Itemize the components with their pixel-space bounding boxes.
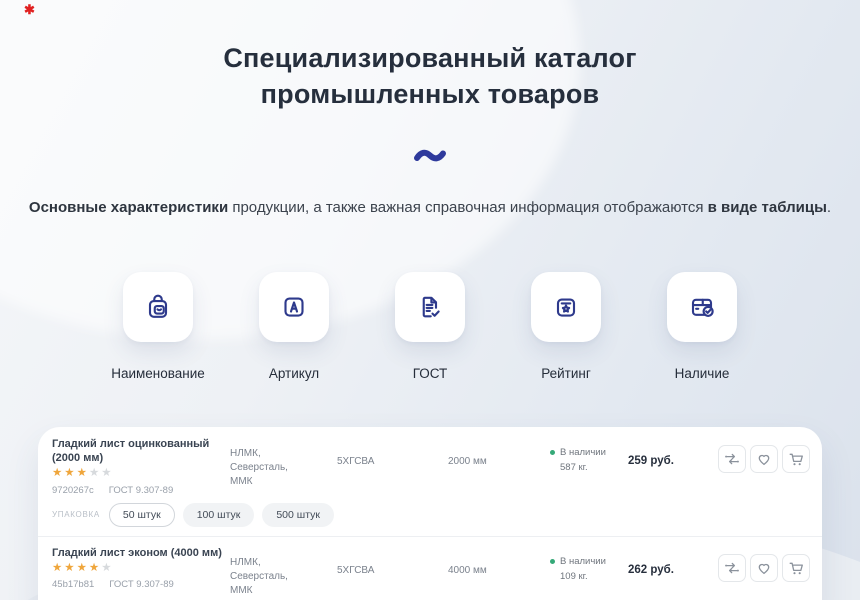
stars-empty: ★★ [89, 467, 114, 479]
product-sku: 9720267c [52, 485, 94, 496]
compare-icon [723, 450, 741, 468]
feature-label-rating: Рейтинг [541, 366, 591, 381]
wave-divider [0, 145, 860, 172]
stock-amount: 587 кг. [560, 461, 628, 474]
row-actions [718, 546, 810, 582]
subtitle-bold-lead: Основные характеристики [29, 199, 228, 216]
stock-amount: 109 кг. [560, 570, 628, 583]
feature-label-name: Наименование [111, 366, 205, 381]
heart-icon [755, 559, 773, 577]
size-cell: 4000 мм [448, 546, 550, 578]
steel-grade-cell: 5ХГСВА [337, 437, 448, 469]
page-title-line1: Специализированный каталог [0, 40, 860, 76]
favorite-button[interactable] [750, 554, 778, 582]
subtitle-period: . [827, 199, 831, 216]
availability-cell: В наличии 109 кг. [550, 546, 628, 584]
product-row: Гладкий лист оцинкованный (2000 мм) ★★★★… [52, 437, 806, 527]
in-stock-dot [550, 559, 555, 564]
feature-name: Наименование [96, 272, 220, 381]
stock-status: В наличии [560, 555, 606, 568]
page-title: Специализированный каталог промышленных … [0, 40, 860, 112]
compare-button[interactable] [718, 445, 746, 473]
suppliers-cell: НЛМК, Северсталь, ММК [230, 437, 337, 489]
product-row: Гладкий лист эконом (4000 мм) ★★★★★ 45b1… [52, 546, 806, 600]
stock-status: В наличии [560, 446, 606, 459]
cart-button[interactable] [782, 445, 810, 473]
stars-filled: ★★★★ [52, 562, 101, 574]
product-sku: 45b17b81 [52, 579, 94, 590]
rating-stars: ★★★★★ [52, 563, 230, 575]
feature-gost: ГОСТ [368, 272, 492, 381]
feature-article: Артикул [232, 272, 356, 381]
feature-availability: Наличие [640, 272, 764, 381]
product-gost: ГОСТ 9.307-89 [109, 579, 174, 590]
feature-label-availability: Наличие [675, 366, 730, 381]
compare-icon [723, 559, 741, 577]
feature-rating: Рейтинг [504, 272, 628, 381]
row-actions [718, 437, 810, 473]
product-table: Гладкий лист оцинкованный (2000 мм) ★★★★… [38, 427, 822, 600]
packaging-options-row: УПАКОВКА 50 штук 100 штук 500 штук [52, 503, 806, 527]
product-info-cell: Гладкий лист эконом (4000 мм) ★★★★★ 45b1… [52, 546, 230, 591]
tilde-wave-icon [412, 145, 448, 167]
cart-button[interactable] [782, 554, 810, 582]
product-info-cell: Гладкий лист оцинкованный (2000 мм) ★★★★… [52, 437, 230, 496]
corner-asterisk-mark: ✱ [24, 2, 35, 18]
letter-a-icon [279, 292, 309, 322]
product-name-link[interactable]: Гладкий лист эконом (4000 мм) [52, 546, 230, 560]
availability-cell: В наличии 587 кг. [550, 437, 628, 475]
feature-label-article: Артикул [269, 366, 319, 381]
product-gost: ГОСТ 9.307-89 [109, 485, 174, 496]
stars-empty: ★ [101, 562, 113, 574]
cart-icon [787, 559, 805, 577]
bag-icon [143, 292, 173, 322]
feature-card-rating [531, 272, 601, 342]
steel-grade-cell: 5ХГСВА [337, 546, 448, 578]
cart-icon [787, 450, 805, 468]
feature-card-gost [395, 272, 465, 342]
subtitle-bold-tail: в виде таблицы [708, 199, 827, 216]
box-check-icon [687, 292, 717, 322]
stars-filled: ★★★ [52, 467, 89, 479]
feature-card-availability [667, 272, 737, 342]
suppliers-cell: НЛМК, Северсталь, ММК [230, 546, 337, 598]
heart-icon [755, 450, 773, 468]
packaging-option-500[interactable]: 500 штук [262, 503, 334, 527]
feature-card-name [123, 272, 193, 342]
size-cell: 2000 мм [448, 437, 550, 469]
packaging-label: УПАКОВКА [52, 510, 100, 519]
feature-cards-row: Наименование Артикул ГОСТ [0, 272, 860, 381]
favorite-button[interactable] [750, 445, 778, 473]
page-subtitle: Основные характеристики продукции, а так… [0, 199, 860, 216]
page-title-line2: промышленных товаров [0, 76, 860, 112]
price-cell: 262 руб. [628, 546, 718, 578]
star-box-icon [551, 292, 581, 322]
packaging-option-50[interactable]: 50 штук [109, 503, 175, 527]
document-check-icon [415, 292, 445, 322]
feature-label-gost: ГОСТ [413, 366, 448, 381]
feature-card-article [259, 272, 329, 342]
subtitle-text: продукции, а также важная справочная инф… [228, 199, 707, 216]
in-stock-dot [550, 450, 555, 455]
product-name-link[interactable]: Гладкий лист оцинкованный (2000 мм) [52, 437, 230, 465]
compare-button[interactable] [718, 554, 746, 582]
row-divider [38, 536, 822, 537]
rating-stars: ★★★★★ [52, 468, 230, 480]
packaging-option-100[interactable]: 100 штук [183, 503, 255, 527]
price-cell: 259 руб. [628, 437, 718, 469]
